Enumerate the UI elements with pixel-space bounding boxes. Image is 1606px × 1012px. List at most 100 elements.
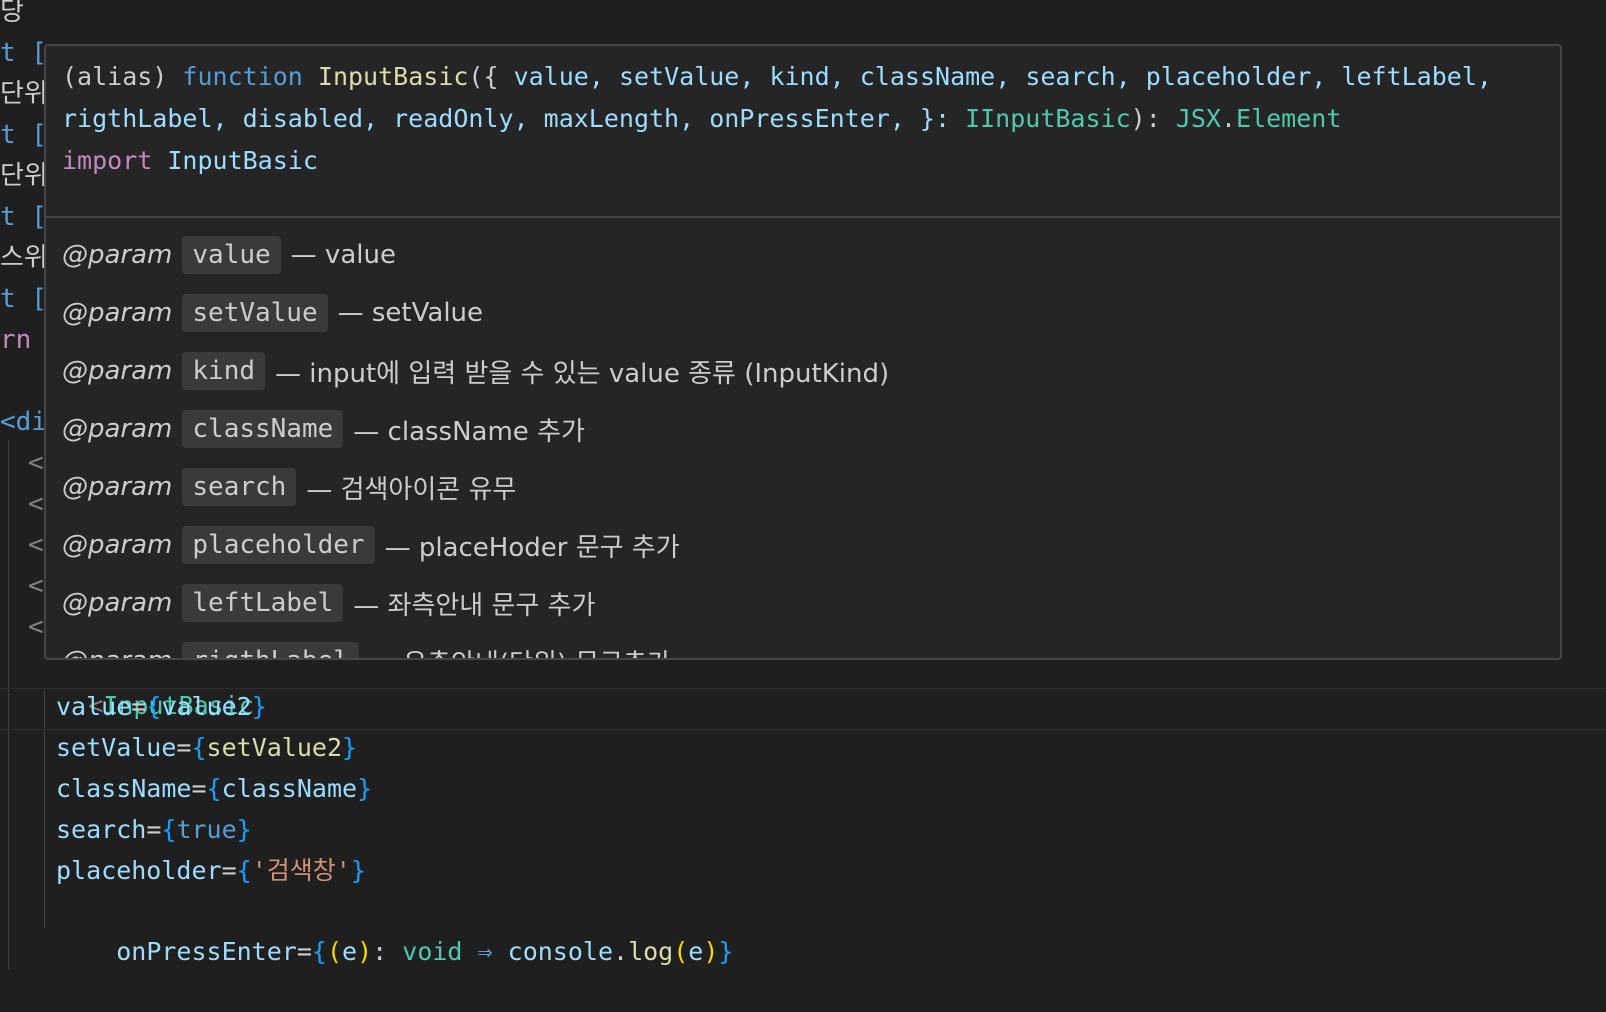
log-method: log: [628, 937, 674, 966]
param-name: value: [182, 236, 281, 274]
return-type: Element: [1236, 104, 1342, 133]
return-namespace: JSX: [1175, 104, 1221, 133]
prop-eq: =: [221, 856, 237, 885]
call-arg: e: [688, 937, 704, 966]
import-keyword: import: [62, 146, 153, 175]
param-tag: @param: [62, 240, 173, 270]
prop-eq: =: [146, 815, 162, 844]
param-row: @param leftLabel — 좌측안내 문구 추가: [46, 574, 1560, 632]
editor-fragment: 단위: [0, 79, 48, 109]
brace-open: {: [311, 937, 327, 966]
console-object: console: [507, 937, 613, 966]
member-dot: .: [613, 937, 629, 966]
editor-fragment: t [: [0, 202, 47, 232]
paren-close: ): [357, 937, 373, 966]
param-row: @param kind — input에 입력 받을 수 있는 value 종류 (…: [46, 342, 1560, 400]
return-dot: .: [1220, 104, 1237, 133]
param-type: IInputBasic: [965, 104, 1131, 133]
param-tag: @param: [62, 588, 173, 618]
param-description: — value: [290, 240, 396, 270]
brace-open: {: [191, 733, 207, 762]
code-editor[interactable]: 당t [단위 t [단위 t [스위 t [rn <di < < < < < <InputBasi…: [0, 0, 1606, 970]
hover-tooltip[interactable]: (alias) function InputBasic({ value, set…: [44, 44, 1562, 660]
brace-open: {: [146, 692, 162, 721]
param-tag: @param: [62, 298, 173, 328]
type-colon: :: [372, 937, 403, 966]
param-row: @param className — className 추가: [46, 400, 1560, 458]
prop-name: value: [56, 692, 132, 721]
prop-eq: =: [191, 774, 207, 803]
param-tag: @param: [62, 530, 173, 560]
prop-name: placeholder: [56, 856, 222, 885]
editor-fragment: t [: [0, 38, 47, 68]
prop-value: '검색창': [251, 856, 351, 885]
brace-open: {: [236, 856, 252, 885]
prop-name: className: [56, 774, 192, 803]
function-keyword: function: [182, 62, 303, 91]
editor-fragment: 단위: [0, 161, 48, 191]
param-name: kind: [182, 352, 266, 390]
code-line-onpressenter[interactable]: onPressEnter={(e): void ⇒ console.log(e)…: [56, 892, 733, 1012]
code-line-prop[interactable]: value={value2}: [56, 687, 267, 727]
param-description: — placeHoder 문구 추가: [384, 532, 680, 563]
param-name: search: [182, 468, 297, 506]
arrow-operator: ⇒: [462, 937, 508, 966]
editor-fragment: 당: [0, 0, 24, 27]
param-description: — setValue: [337, 298, 484, 328]
param-row: @param search — 검색아이콘 유무: [46, 458, 1560, 516]
param-name: rigthLabel: [182, 642, 359, 658]
function-name: InputBasic: [317, 62, 469, 91]
prop-value: setValue2: [206, 733, 343, 762]
editor-fragment: <: [28, 448, 44, 478]
prop-eq: =: [131, 692, 147, 721]
return-type: void: [402, 937, 463, 966]
editor-fragment: <: [28, 571, 44, 601]
brace-close: }: [236, 815, 252, 844]
brace-close: }: [718, 937, 734, 966]
param-description: — className 추가: [353, 416, 585, 447]
param-row: @param setValue — setValue: [46, 284, 1560, 342]
editor-fragment: <: [28, 530, 44, 560]
editor-fragment: <: [28, 489, 44, 519]
prop-name: onPressEnter: [116, 937, 297, 966]
param-description: — input에 입력 받을 수 있는 value 종류 (InputKind): [275, 358, 890, 389]
param-description: — 우측안내(단위) 문구추가: [369, 643, 671, 659]
param-tag: @param: [62, 414, 173, 444]
param-tag: @param: [62, 356, 173, 386]
code-line-prop[interactable]: setValue={setValue2}: [56, 728, 357, 768]
brace-close: }: [251, 692, 267, 721]
prop-name: search: [56, 815, 147, 844]
brace-open: {: [206, 774, 222, 803]
import-name: InputBasic: [167, 146, 318, 175]
alias-label: (alias): [62, 62, 168, 91]
signature-params-line2: rigthLabel, disabled, readOnly, maxLengt…: [62, 104, 966, 133]
arg-name: e: [342, 937, 358, 966]
prop-value: className: [221, 774, 358, 803]
code-line-prop[interactable]: search={true}: [56, 810, 252, 850]
code-line-prop[interactable]: className={className}: [56, 769, 372, 809]
signature-params-line1: value, setValue, kind, className, search…: [498, 62, 1492, 91]
param-tag: @param: [62, 472, 173, 502]
brace-close: }: [357, 774, 373, 803]
editor-fragment: t [: [0, 120, 47, 150]
code-line-prop[interactable]: placeholder={'검색창'}: [56, 851, 366, 891]
return-sep: ):: [1130, 104, 1176, 133]
editor-fragment: t [: [0, 284, 47, 314]
prop-value: true: [176, 815, 237, 844]
param-row: @param rigthLabel — 우측안내(단위) 문구추가: [46, 632, 1560, 659]
editor-fragment: rn: [0, 325, 32, 355]
param-description: — 좌측안내 문구 추가: [353, 590, 596, 621]
param-name: leftLabel: [182, 584, 344, 622]
brace-open: {: [161, 815, 177, 844]
param-tag: @param: [62, 646, 172, 658]
brace-close: }: [350, 856, 366, 885]
prop-eq: =: [296, 937, 312, 966]
param-name: className: [182, 410, 344, 448]
call-paren-open: (: [673, 937, 689, 966]
paren-open: (: [326, 937, 343, 966]
hover-param-list: @param value — value @param setValue — setVal…: [46, 218, 1560, 659]
param-name: setValue: [182, 294, 328, 332]
param-description: — 검색아이콘 유무: [306, 474, 517, 505]
editor-fragment: <di: [0, 407, 47, 437]
brace-close: }: [342, 733, 358, 762]
